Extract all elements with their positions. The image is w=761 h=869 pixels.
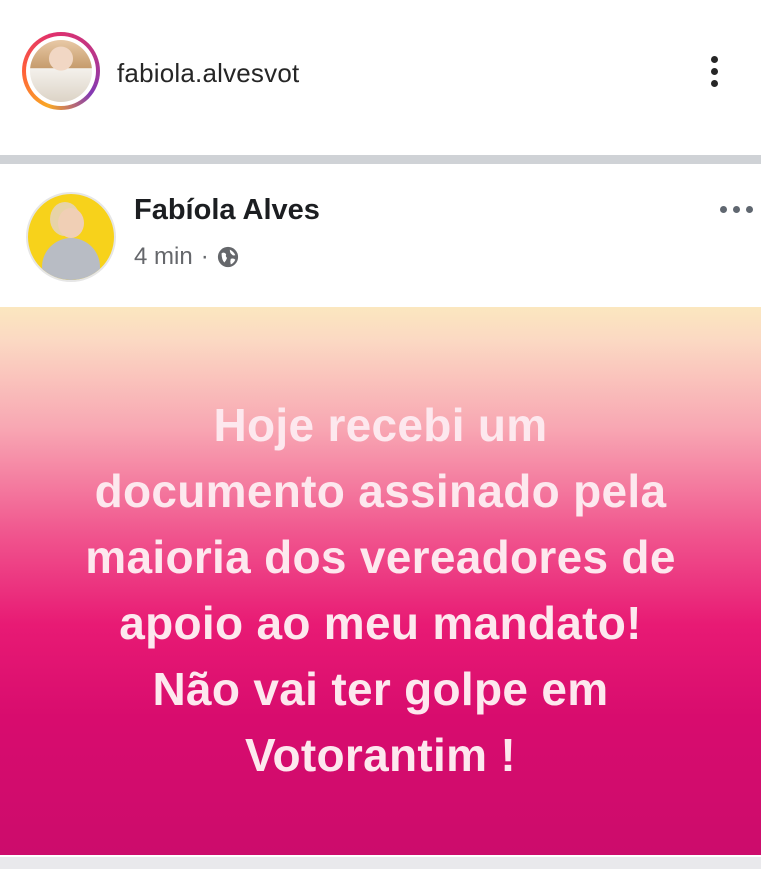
horizontal-ellipsis-icon[interactable] [718, 202, 756, 216]
avatar [30, 40, 92, 102]
post-text-line: documento assinado pela [94, 465, 667, 517]
story-ring[interactable] [22, 32, 100, 110]
meta-separator: · [200, 243, 209, 270]
bottom-strip [0, 857, 761, 869]
author-avatar[interactable] [26, 192, 116, 282]
facebook-post-card: Fabíola Alves 4 min · Hoje recebi um doc… [0, 164, 761, 869]
vertical-ellipsis-icon[interactable] [700, 52, 728, 90]
divider [0, 155, 761, 164]
globe-icon [217, 246, 238, 268]
instagram-post-header: fabiola.alvesvot [0, 0, 761, 150]
username[interactable]: fabiola.alvesvot [117, 58, 299, 89]
timestamp[interactable]: 4 min [134, 243, 193, 271]
post-meta: 4 min · [134, 243, 239, 271]
post-text-line: Votorantim ! [244, 729, 517, 781]
post-text-line: apoio ao meu mandato! [119, 597, 642, 649]
avatar-border [26, 36, 96, 106]
author-name[interactable]: Fabíola Alves [134, 194, 320, 227]
post-text: Hoje recebi um documento assinado pela m… [0, 392, 761, 788]
post-text-line: Não vai ter golpe em [152, 663, 609, 715]
post-text-line: maioria dos vereadores de [85, 531, 676, 583]
post-text-line: Hoje recebi um [213, 399, 548, 451]
